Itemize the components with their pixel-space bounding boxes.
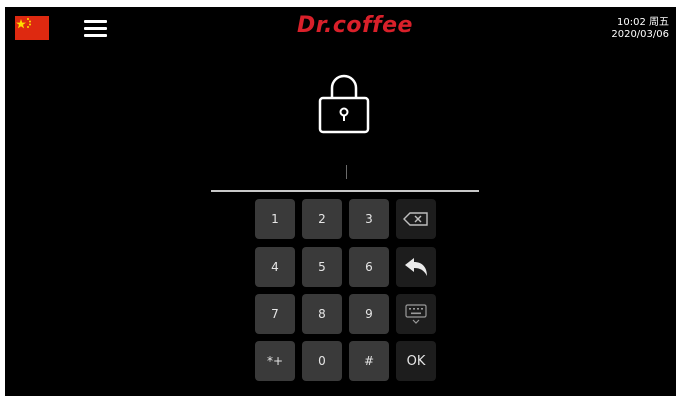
text-cursor (346, 165, 347, 179)
key-3[interactable]: 3 (349, 199, 389, 239)
pin-underline (211, 190, 479, 192)
keyboard-hide-button[interactable] (396, 294, 436, 334)
date-text: 2020/03/06 (611, 29, 669, 40)
back-button[interactable] (396, 247, 436, 287)
keyboard-hide-icon (405, 304, 427, 324)
backspace-icon (403, 212, 429, 226)
key-7[interactable]: 7 (255, 294, 295, 334)
key-9[interactable]: 9 (349, 294, 389, 334)
menu-bar (84, 27, 107, 30)
key-1[interactable]: 1 (255, 199, 295, 239)
key-4[interactable]: 4 (255, 247, 295, 287)
key-6[interactable]: 6 (349, 247, 389, 287)
back-arrow-icon (403, 256, 429, 278)
key-5[interactable]: 5 (302, 247, 342, 287)
key-2[interactable]: 2 (302, 199, 342, 239)
key-star-plus[interactable]: *+ (255, 341, 295, 381)
china-flag-icon[interactable] (15, 16, 49, 40)
hamburger-menu-icon[interactable] (84, 19, 107, 37)
padlock-icon (318, 70, 370, 136)
ok-button[interactable]: OK (396, 341, 436, 381)
lock-screen: Dr.coffee 10:02 周五 2020/03/06 1 2 3 4 5 … (5, 7, 676, 396)
menu-bar (84, 34, 107, 37)
key-0[interactable]: 0 (302, 341, 342, 381)
backspace-button[interactable] (396, 199, 436, 239)
clock: 10:02 周五 2020/03/06 (611, 17, 669, 41)
pin-input[interactable] (211, 163, 483, 189)
menu-bar (84, 20, 107, 23)
top-bar: Dr.coffee 10:02 周五 2020/03/06 (5, 7, 676, 49)
key-hash[interactable]: # (349, 341, 389, 381)
key-8[interactable]: 8 (302, 294, 342, 334)
time-text: 10:02 周五 (617, 17, 669, 28)
brand-logo: Dr.coffee (297, 13, 413, 38)
